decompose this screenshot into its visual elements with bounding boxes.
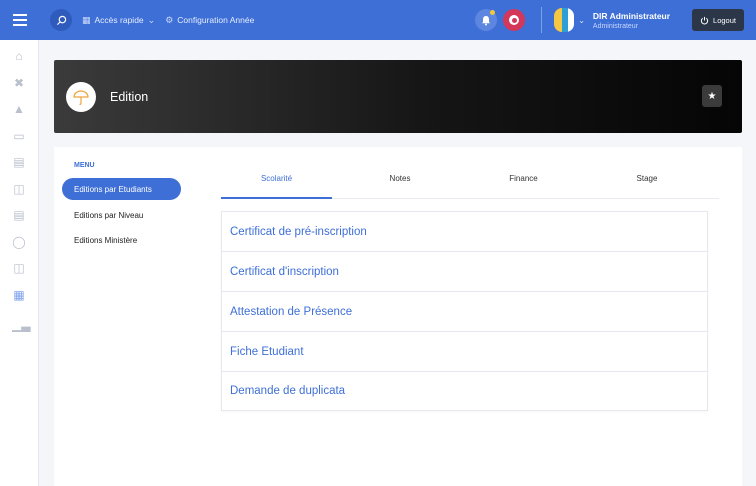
bell-icon [482, 15, 491, 25]
list-item[interactable]: Fiche Etudiant [221, 331, 708, 371]
tab-label: Stage [636, 174, 658, 183]
language-flag-button[interactable] [503, 9, 526, 31]
logout-button[interactable]: Logout [692, 9, 744, 31]
list-item[interactable]: Attestation de Présence [221, 291, 708, 331]
user-role: Administrateur [592, 22, 639, 30]
menu-item-label: Editions Ministère [74, 235, 138, 245]
menu-item-editions-etudiants[interactable]: Editions par Etudiants [62, 178, 181, 200]
graduation-icon[interactable]: ▲ [12, 102, 26, 116]
book-icon[interactable]: ◫ [12, 182, 26, 196]
user-info[interactable]: DIR Administrateur Administrateur [593, 11, 670, 30]
flag-icon [509, 15, 520, 25]
tools-icon[interactable]: ✖ [12, 76, 26, 90]
umbrella-icon [66, 81, 96, 112]
tab-stage[interactable]: Stage [592, 165, 703, 198]
tab-bar: Scolarité Notes Finance Stage [221, 165, 719, 199]
bar-chart-icon[interactable]: ▁▃ [12, 318, 30, 332]
favorite-button[interactable]: ★ [702, 85, 722, 107]
menu-item-label: Editions par Etudiants [74, 184, 152, 194]
tab-finance[interactable]: Finance [468, 165, 579, 198]
quick-access-label: Accès rapide [94, 15, 144, 25]
menu-item-editions-ministere[interactable]: Editions Ministère [62, 229, 181, 251]
side-rail: ⌂ ✖ ▲ ▭ ▤ ◫ ▤ ◯ ◫ ▦ ▁▃ [0, 40, 39, 486]
calendar-icon[interactable]: ▤ [12, 155, 26, 169]
logout-label: Logout [713, 15, 736, 25]
chevron-down-icon: ⌄ [147, 14, 156, 25]
chevron-down-icon[interactable]: ⌄ [578, 16, 585, 25]
search-icon [56, 15, 66, 25]
search-button[interactable] [50, 9, 72, 31]
notifications-button[interactable] [475, 9, 498, 31]
grid-icon: ▦ [82, 14, 91, 25]
notification-dot [490, 10, 496, 15]
shield-icon[interactable]: ◯ [12, 235, 26, 249]
list-item[interactable]: Demande de duplicata [221, 371, 708, 411]
menu-toggle-icon[interactable] [0, 0, 40, 40]
edition-menu: MENU Editions par Etudiants Editions par… [54, 147, 186, 486]
tab-notes[interactable]: Notes [345, 165, 456, 198]
tab-scolarite[interactable]: Scolarité [221, 165, 332, 199]
menu-item-label: Editions par Niveau [74, 210, 144, 220]
quick-access-menu[interactable]: ▦ Accès rapide ⌄ [82, 15, 155, 26]
page-title: Edition [110, 89, 149, 104]
gear-icon: ⚙ [165, 14, 174, 25]
menu-item-editions-niveau[interactable]: Editions par Niveau [62, 204, 181, 226]
open-book-icon[interactable]: ◫ [12, 261, 26, 275]
document-list: Certificat de pré-inscription Certificat… [221, 211, 708, 411]
tab-label: Finance [509, 174, 538, 183]
monitor-icon[interactable]: ▭ [12, 129, 26, 143]
clipboard-icon[interactable]: ▤ [12, 208, 26, 222]
user-name: DIR Administrateur [592, 10, 671, 21]
tab-label: Scolarité [260, 174, 293, 183]
config-year-link[interactable]: ⚙ Configuration Année [165, 15, 254, 26]
star-icon: ★ [707, 90, 717, 102]
avatar[interactable] [554, 8, 575, 32]
list-item[interactable]: Certificat de pré-inscription [221, 211, 708, 251]
content-panel: Scolarité Notes Finance Stage Certificat… [186, 147, 742, 486]
top-bar: ▦ Accès rapide ⌄ ⚙ Configuration Année ⌄… [0, 0, 756, 40]
config-year-label: Configuration Année [177, 15, 255, 25]
menu-heading: MENU [74, 162, 95, 169]
power-icon [700, 16, 709, 24]
divider [541, 7, 543, 33]
printer-icon[interactable]: ▦ [12, 288, 26, 302]
list-item[interactable]: Certificat d'inscription [221, 251, 708, 291]
tab-label: Notes [389, 174, 411, 183]
page-banner: Edition ★ [54, 60, 742, 133]
home-icon[interactable]: ⌂ [12, 49, 26, 63]
